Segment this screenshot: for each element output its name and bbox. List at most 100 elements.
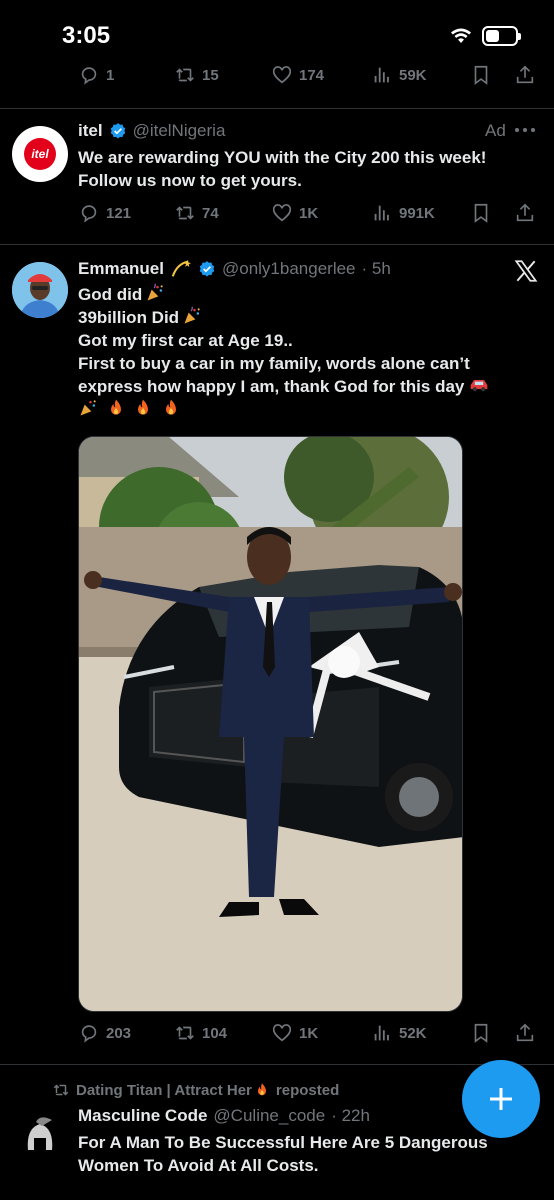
emmanuel-avatar[interactable]: [12, 262, 68, 318]
views-icon: [374, 1025, 389, 1041]
reply-icon: [81, 67, 97, 85]
reply-button[interactable]: 203: [78, 1022, 131, 1044]
like-button[interactable]: 1K: [271, 202, 318, 224]
views-icon: [374, 205, 389, 221]
author-name[interactable]: Emmanuel: [78, 259, 164, 279]
tweet-actions: 203 104 1K 52K: [78, 1022, 538, 1050]
text-line: Follow us now to get yours.: [78, 171, 302, 190]
author-handle[interactable]: @Culine_code: [213, 1106, 325, 1126]
reposter-name: Dating Titan | Attract Her: [76, 1081, 252, 1099]
plus-icon: [490, 1088, 512, 1110]
tweet-actions: 121 74 1K 991K: [78, 202, 538, 230]
bottom-tweet-header: Masculine Code @Culine_code · 22h: [78, 1106, 370, 1126]
bookmark-button[interactable]: [470, 64, 492, 86]
masculine-code-avatar[interactable]: [12, 1110, 68, 1166]
share-button[interactable]: [514, 202, 536, 224]
party-popper-emoji-icon: [147, 283, 163, 301]
reply-button[interactable]: 1: [78, 64, 114, 86]
reply-count: 121: [106, 204, 132, 222]
main-tweet-header: Emmanuel @only1bangerlee · 5h: [78, 258, 391, 280]
ad-label: Ad: [485, 121, 506, 140]
share-icon: [516, 65, 534, 84]
spartan-helmet-icon: [27, 1117, 53, 1150]
views-count: 59K: [399, 66, 427, 84]
text-line: Women To Avoid At All Costs.: [78, 1156, 319, 1175]
repost-button[interactable]: 15: [174, 64, 219, 86]
text-line: God did: [78, 285, 143, 304]
share-icon: [516, 1023, 534, 1042]
repost-button[interactable]: 104: [174, 1022, 227, 1044]
battery-icon: [482, 26, 521, 46]
heart-icon: [272, 204, 292, 222]
like-count: 1K: [299, 1024, 319, 1042]
more-options-button[interactable]: [512, 120, 538, 145]
repost-button[interactable]: 74: [174, 202, 219, 224]
reposted-label: reposted: [275, 1081, 340, 1099]
reply-icon: [81, 1025, 97, 1043]
heart-icon: [272, 1024, 292, 1042]
fire-emoji-icon: [110, 399, 121, 415]
status-bar: 3:05: [0, 0, 554, 66]
views-button[interactable]: 52K: [371, 1022, 427, 1044]
bottom-tweet-text: For A Man To Be Successful Here Are 5 Da…: [78, 1131, 538, 1177]
divider: [0, 1064, 554, 1065]
author-handle[interactable]: @only1bangerlee: [222, 259, 356, 279]
text-line: First to buy a car in my family, words a…: [78, 354, 470, 373]
text-line: Got my first car at Age 19..: [78, 331, 293, 350]
views-button[interactable]: 59K: [371, 64, 427, 86]
bookmark-icon: [474, 203, 488, 223]
views-icon: [374, 67, 389, 83]
author-handle[interactable]: @itelNigeria: [133, 121, 226, 141]
repost-count: 104: [202, 1024, 228, 1042]
share-icon: [516, 203, 534, 222]
party-popper-emoji-icon: [80, 400, 96, 416]
text-line: For A Man To Be Successful Here Are 5 Da…: [78, 1133, 488, 1152]
compose-button[interactable]: [462, 1060, 540, 1138]
bookmark-button[interactable]: [470, 202, 492, 224]
itel-avatar[interactable]: itel: [12, 126, 68, 182]
reply-button[interactable]: 121: [78, 202, 131, 224]
ad-tweet-header: itel @itelNigeria: [78, 121, 225, 141]
bookmark-icon: [474, 1023, 488, 1043]
views-button[interactable]: 991K: [371, 202, 435, 224]
divider: [0, 244, 554, 245]
text-line: We are rewarding YOU with the City 200 t…: [78, 148, 487, 167]
verified-badge-icon: [199, 261, 215, 277]
like-button[interactable]: 1K: [271, 1022, 318, 1044]
battery-level: [486, 30, 499, 42]
repost-icon: [53, 1084, 69, 1096]
repost-icon: [176, 206, 194, 220]
share-button[interactable]: [514, 64, 536, 86]
reply-count: 203: [106, 1024, 132, 1042]
bookmark-button[interactable]: [470, 1022, 492, 1044]
profile-photo: [12, 262, 68, 318]
author-name[interactable]: Masculine Code: [78, 1106, 207, 1126]
repost-count: 15: [202, 66, 219, 84]
repost-context[interactable]: Dating Titan | Attract Her reposted: [52, 1081, 339, 1099]
tweet-time: · 22h: [331, 1106, 370, 1125]
tweet-photo[interactable]: [78, 436, 463, 1012]
status-time: 3:05: [62, 22, 111, 49]
repost-count: 74: [202, 204, 219, 222]
fire-emoji-icon: [166, 399, 177, 415]
tweet-actions: 1 15 174 59K: [78, 64, 538, 92]
dizzy-emoji-icon: [171, 259, 192, 277]
car-emoji-icon: [471, 380, 488, 392]
author-name[interactable]: itel: [78, 121, 103, 141]
ad-tweet-text: We are rewarding YOU with the City 200 t…: [78, 146, 538, 192]
tweet-time: · 5h: [361, 259, 391, 278]
views-count: 991K: [399, 204, 435, 222]
reply-icon: [81, 205, 97, 223]
fire-emoji-icon: [257, 1083, 266, 1096]
itel-logo: itel: [24, 138, 56, 170]
party-popper-emoji-icon: [184, 306, 200, 324]
fire-emoji-icon: [138, 399, 149, 415]
like-button[interactable]: 174: [271, 64, 324, 86]
status-icons: [450, 26, 521, 46]
share-button[interactable]: [514, 1022, 536, 1044]
heart-icon: [272, 66, 292, 84]
text-line: 39billion Did: [78, 308, 180, 327]
repost-icon: [176, 1026, 194, 1040]
like-count: 1K: [299, 204, 319, 222]
repost-icon: [176, 68, 194, 82]
